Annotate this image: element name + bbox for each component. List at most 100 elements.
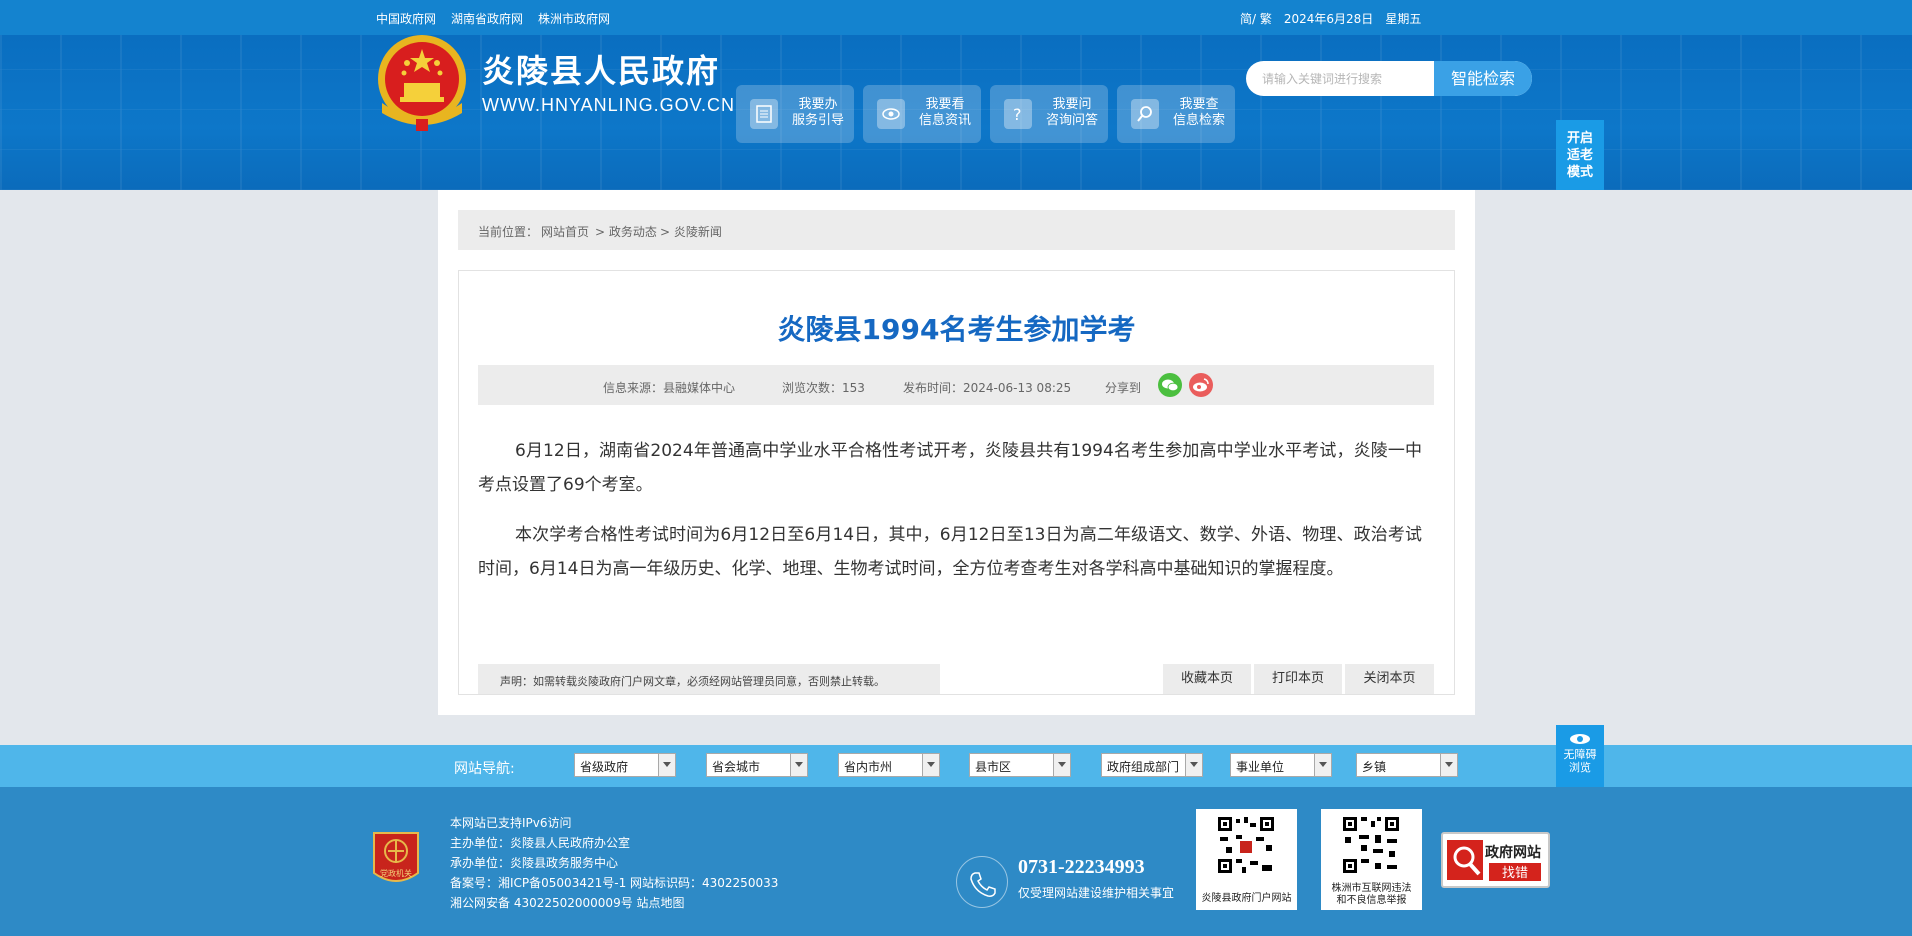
select-value: 政府组成部门 xyxy=(1107,760,1180,774)
elder-mode-button[interactable]: 开启 适老 模式 xyxy=(1556,120,1604,190)
reprint-notice: 声明：如需转载炎陵政府门户网文章，必须经网站管理员同意，否则禁止转载。 xyxy=(478,664,940,694)
select-county[interactable]: 县市区 xyxy=(969,753,1071,777)
weibo-share-icon[interactable] xyxy=(1189,373,1213,397)
service-handle-button[interactable]: 我要办 服务引导 xyxy=(736,85,854,143)
party-gov-badge-icon[interactable]: 党政机关 xyxy=(370,829,422,889)
chevron-down-icon xyxy=(658,754,675,776)
current-date: 2024年6月28日 xyxy=(1283,12,1374,26)
accessibility-line-1: 无障碍 xyxy=(1563,748,1597,761)
link-china-gov[interactable]: 中国政府网 xyxy=(376,10,436,27)
party-gov-badge-text: 党政机关 xyxy=(380,868,412,878)
site-navigation-bar: 网站导航: 省级政府 省会城市 省内市州 县市区 政府组成部门 事业单位 乡镇 xyxy=(0,745,1912,787)
service-ask-button[interactable]: ? 我要问 咨询问答 xyxy=(990,85,1108,143)
service-label-3: 我要问 xyxy=(1052,97,1092,112)
footer-sponsor: 主办单位：炎陵县人民政府办公室 xyxy=(450,836,631,850)
breadcrumb-label: 当前位置： xyxy=(478,225,539,239)
qr-caption-portal: 炎陵县政府门户网站 xyxy=(1201,893,1292,904)
service-search-button[interactable]: 我要查 信息检索 xyxy=(1117,85,1235,143)
chevron-down-icon xyxy=(790,754,807,776)
chevron-down-icon xyxy=(1053,754,1070,776)
site-nav-label: 网站导航: xyxy=(454,761,515,777)
accessibility-line-2: 浏览 xyxy=(1569,761,1591,774)
select-provincial-capital[interactable]: 省会城市 xyxy=(706,753,808,777)
select-city[interactable]: 省内市州 xyxy=(838,753,940,777)
contact-phone-note: 仅受理网站建设维护相关事宜 xyxy=(1018,886,1175,900)
error-report-line-1: 政府网站 xyxy=(1485,844,1541,861)
elder-mode-line-3: 模式 xyxy=(1566,165,1593,180)
footer-ipv6: 本网站已支持IPv6访问 xyxy=(450,816,572,830)
share-label: 分享到 xyxy=(1105,381,1142,395)
site-url: WWW.HNYANLING.GOV.CN xyxy=(482,95,736,115)
search-input[interactable] xyxy=(1262,69,1432,89)
svg-text:?: ? xyxy=(1013,105,1022,123)
select-towns[interactable]: 乡镇 xyxy=(1356,753,1458,777)
gov-site-error-report-button[interactable]: 政府网站 找错 xyxy=(1441,832,1550,888)
print-button[interactable]: 打印本页 xyxy=(1254,664,1342,694)
article-meta: 信息来源：县融媒体中心 浏览次数：153 发布时间：2024-06-13 08:… xyxy=(478,365,1434,405)
breadcrumb-yanling-news[interactable]: > 炎陵新闻 xyxy=(660,223,722,240)
select-value: 省会城市 xyxy=(712,760,761,774)
site-footer xyxy=(0,787,1912,936)
breadcrumb-gov-news[interactable]: > 政务动态 xyxy=(595,223,657,240)
service-label-4: 我要查 xyxy=(1179,97,1219,112)
select-value: 省内市州 xyxy=(844,760,893,774)
footer-security-record[interactable]: 湘公网安备 43022502000009号 站点地图 xyxy=(450,893,778,913)
service-sub-4: 信息检索 xyxy=(1172,113,1225,128)
article-title: 炎陵县1994名考生参加学考 xyxy=(777,313,1136,346)
chevron-down-icon xyxy=(1314,754,1331,776)
search-box: 智能检索 xyxy=(1246,61,1532,96)
select-institutions[interactable]: 事业单位 xyxy=(1230,753,1332,777)
service-sub-2: 信息资讯 xyxy=(918,113,971,128)
service-view-button[interactable]: 我要看 信息资讯 xyxy=(863,85,981,143)
smart-search-button[interactable]: 智能检索 xyxy=(1434,61,1532,96)
select-value: 县市区 xyxy=(975,760,1012,774)
footer-icp[interactable]: 备案号：湘ICP备05003421号-1 网站标识码：4302250033 xyxy=(450,873,778,893)
chevron-down-icon xyxy=(922,754,939,776)
article-paragraph-1: 6月12日，湖南省2024年普通高中学业水平合格性考试开考，炎陵县共有1994名… xyxy=(478,441,1422,495)
service-label-2: 我要看 xyxy=(925,97,965,112)
article-publish-time: 发布时间：2024-06-13 08:25 xyxy=(903,381,1072,395)
top-bar: 中国政府网 湖南省政府网 株洲市政府网 简/ 繁 2024年6月28日 星期五 xyxy=(0,0,1912,35)
qr-caption-report-2: 和不良信息举报 xyxy=(1336,895,1407,906)
article-source: 信息来源：县融媒体中心 xyxy=(603,381,736,395)
article-paragraph-2: 本次学考合格性考试时间为6月12日至6月14日，其中，6月12日至13日为高二年… xyxy=(478,525,1422,579)
accessibility-button[interactable]: 无障碍 浏览 xyxy=(1556,725,1604,787)
footer-organizer: 承办单位：炎陵县政务服务中心 xyxy=(450,856,619,870)
report-qr-code: 株洲市互联网违法 和不良信息举报 xyxy=(1321,809,1422,910)
elder-mode-line-1: 开启 xyxy=(1566,131,1593,146)
select-value: 乡镇 xyxy=(1362,760,1387,774)
current-weekday: 星期五 xyxy=(1385,12,1422,26)
breadcrumb-home[interactable]: 网站首页 xyxy=(541,223,589,240)
language-toggle[interactable]: 简/ 繁 xyxy=(1240,10,1272,27)
chevron-down-icon xyxy=(1440,754,1457,776)
article-views: 浏览次数：153 xyxy=(782,381,865,395)
service-label-1: 我要办 xyxy=(798,97,838,112)
eye-icon xyxy=(877,99,905,129)
document-icon xyxy=(750,99,778,129)
link-hunan-gov[interactable]: 湖南省政府网 xyxy=(451,10,523,27)
site-title[interactable]: 炎陵县人民政府 xyxy=(482,46,720,92)
select-provincial-gov[interactable]: 省级政府 xyxy=(574,753,676,777)
close-page-button[interactable]: 关闭本页 xyxy=(1345,664,1434,694)
select-departments[interactable]: 政府组成部门 xyxy=(1101,753,1203,777)
search-icon xyxy=(1131,99,1159,129)
select-value: 省级政府 xyxy=(580,760,629,774)
link-zhuzhou-gov[interactable]: 株洲市政府网 xyxy=(538,10,610,27)
error-report-line-2: 找错 xyxy=(1502,866,1528,881)
question-icon: ? xyxy=(1004,99,1032,129)
national-emblem-icon[interactable] xyxy=(374,33,470,133)
breadcrumb: 当前位置： 网站首页 > 政务动态 > 炎陵新闻 xyxy=(458,210,1455,250)
service-sub-3: 咨询问答 xyxy=(1045,113,1098,128)
footer-info: 本网站已支持IPv6访问 主办单位：炎陵县人民政府办公室 承办单位：炎陵县政务服… xyxy=(450,813,778,913)
select-value: 事业单位 xyxy=(1236,760,1285,774)
chevron-down-icon xyxy=(1185,754,1202,776)
qr-caption-report-1: 株洲市互联网违法 xyxy=(1331,883,1412,894)
contact-phone: 0731-22234993 xyxy=(1018,856,1145,878)
phone-icon xyxy=(956,856,1008,908)
service-sub-1: 服务引导 xyxy=(791,113,844,128)
eye-icon xyxy=(1570,734,1590,744)
elder-mode-line-2: 适老 xyxy=(1566,148,1593,163)
gov-portal-qr-code: 炎陵县政府门户网站 xyxy=(1196,809,1297,910)
wechat-share-icon[interactable] xyxy=(1158,373,1182,397)
bookmark-button[interactable]: 收藏本页 xyxy=(1163,664,1251,694)
